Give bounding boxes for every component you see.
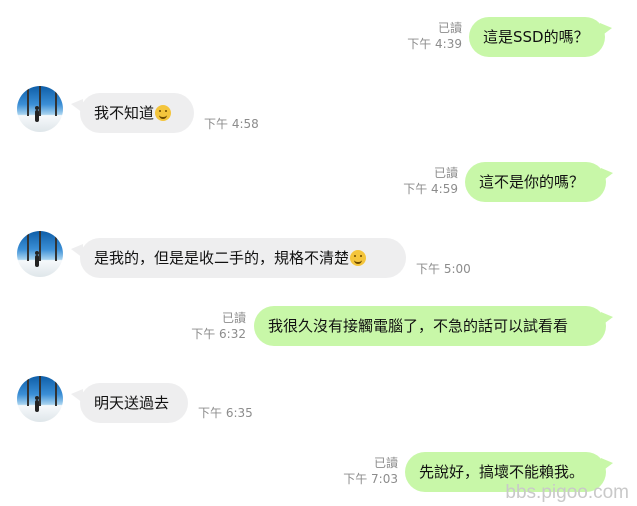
- contact-avatar[interactable]: [17, 86, 63, 132]
- read-receipt: 已讀: [221, 311, 246, 325]
- read-receipt: 已讀: [433, 166, 458, 180]
- message-text: 先說好，搞壞不能賴我。: [419, 463, 585, 481]
- watermark: bbs.pigoo.com: [505, 482, 629, 503]
- grinning-sweat-emoji-icon: [155, 105, 172, 121]
- message-bubble-incoming[interactable]: 是我的，但是是收二手的，規格不清楚: [71, 238, 406, 278]
- message-bubble-incoming[interactable]: 我不知道: [71, 93, 194, 133]
- message-meta: 已讀 下午 6:32: [164, 310, 246, 342]
- message-bubble-outgoing[interactable]: 我很久沒有接觸電腦了，不急的話可以試看看: [254, 306, 613, 346]
- message-time: 下午 6:35: [198, 406, 253, 420]
- message-bubble-outgoing[interactable]: 這是SSD的嗎？: [469, 17, 612, 57]
- message-time: 下午 4:59: [403, 182, 458, 196]
- message-time: 下午 5:00: [416, 262, 471, 276]
- message-time: 下午 6:32: [191, 327, 246, 341]
- message-text: 這不是你的嗎？: [479, 173, 585, 191]
- message-time: 下午 7:03: [343, 472, 398, 486]
- message-text: 我很久沒有接觸電腦了，不急的話可以試看看: [268, 317, 569, 335]
- read-receipt: 已讀: [373, 456, 398, 470]
- contact-avatar[interactable]: [17, 231, 63, 277]
- message-time: 下午 4:58: [204, 117, 259, 131]
- message-time: 下午 4:39: [407, 37, 462, 51]
- sad-emoji-icon: [350, 250, 367, 266]
- read-receipt: 已讀: [437, 21, 462, 35]
- message-meta: 已讀 下午 4:59: [376, 165, 458, 197]
- message-bubble-outgoing[interactable]: 這不是你的嗎？: [465, 162, 613, 202]
- message-bubble-incoming[interactable]: 明天送過去: [71, 383, 188, 423]
- message-text: 我不知道: [94, 104, 155, 122]
- message-meta: 已讀 下午 7:03: [316, 455, 398, 487]
- message-text: 是我的，但是是收二手的，規格不清楚: [94, 249, 350, 267]
- contact-avatar[interactable]: [17, 376, 63, 422]
- message-text: 這是SSD的嗎？: [483, 28, 589, 46]
- message-text: 明天送過去: [94, 394, 170, 412]
- message-meta: 已讀 下午 4:39: [380, 20, 462, 52]
